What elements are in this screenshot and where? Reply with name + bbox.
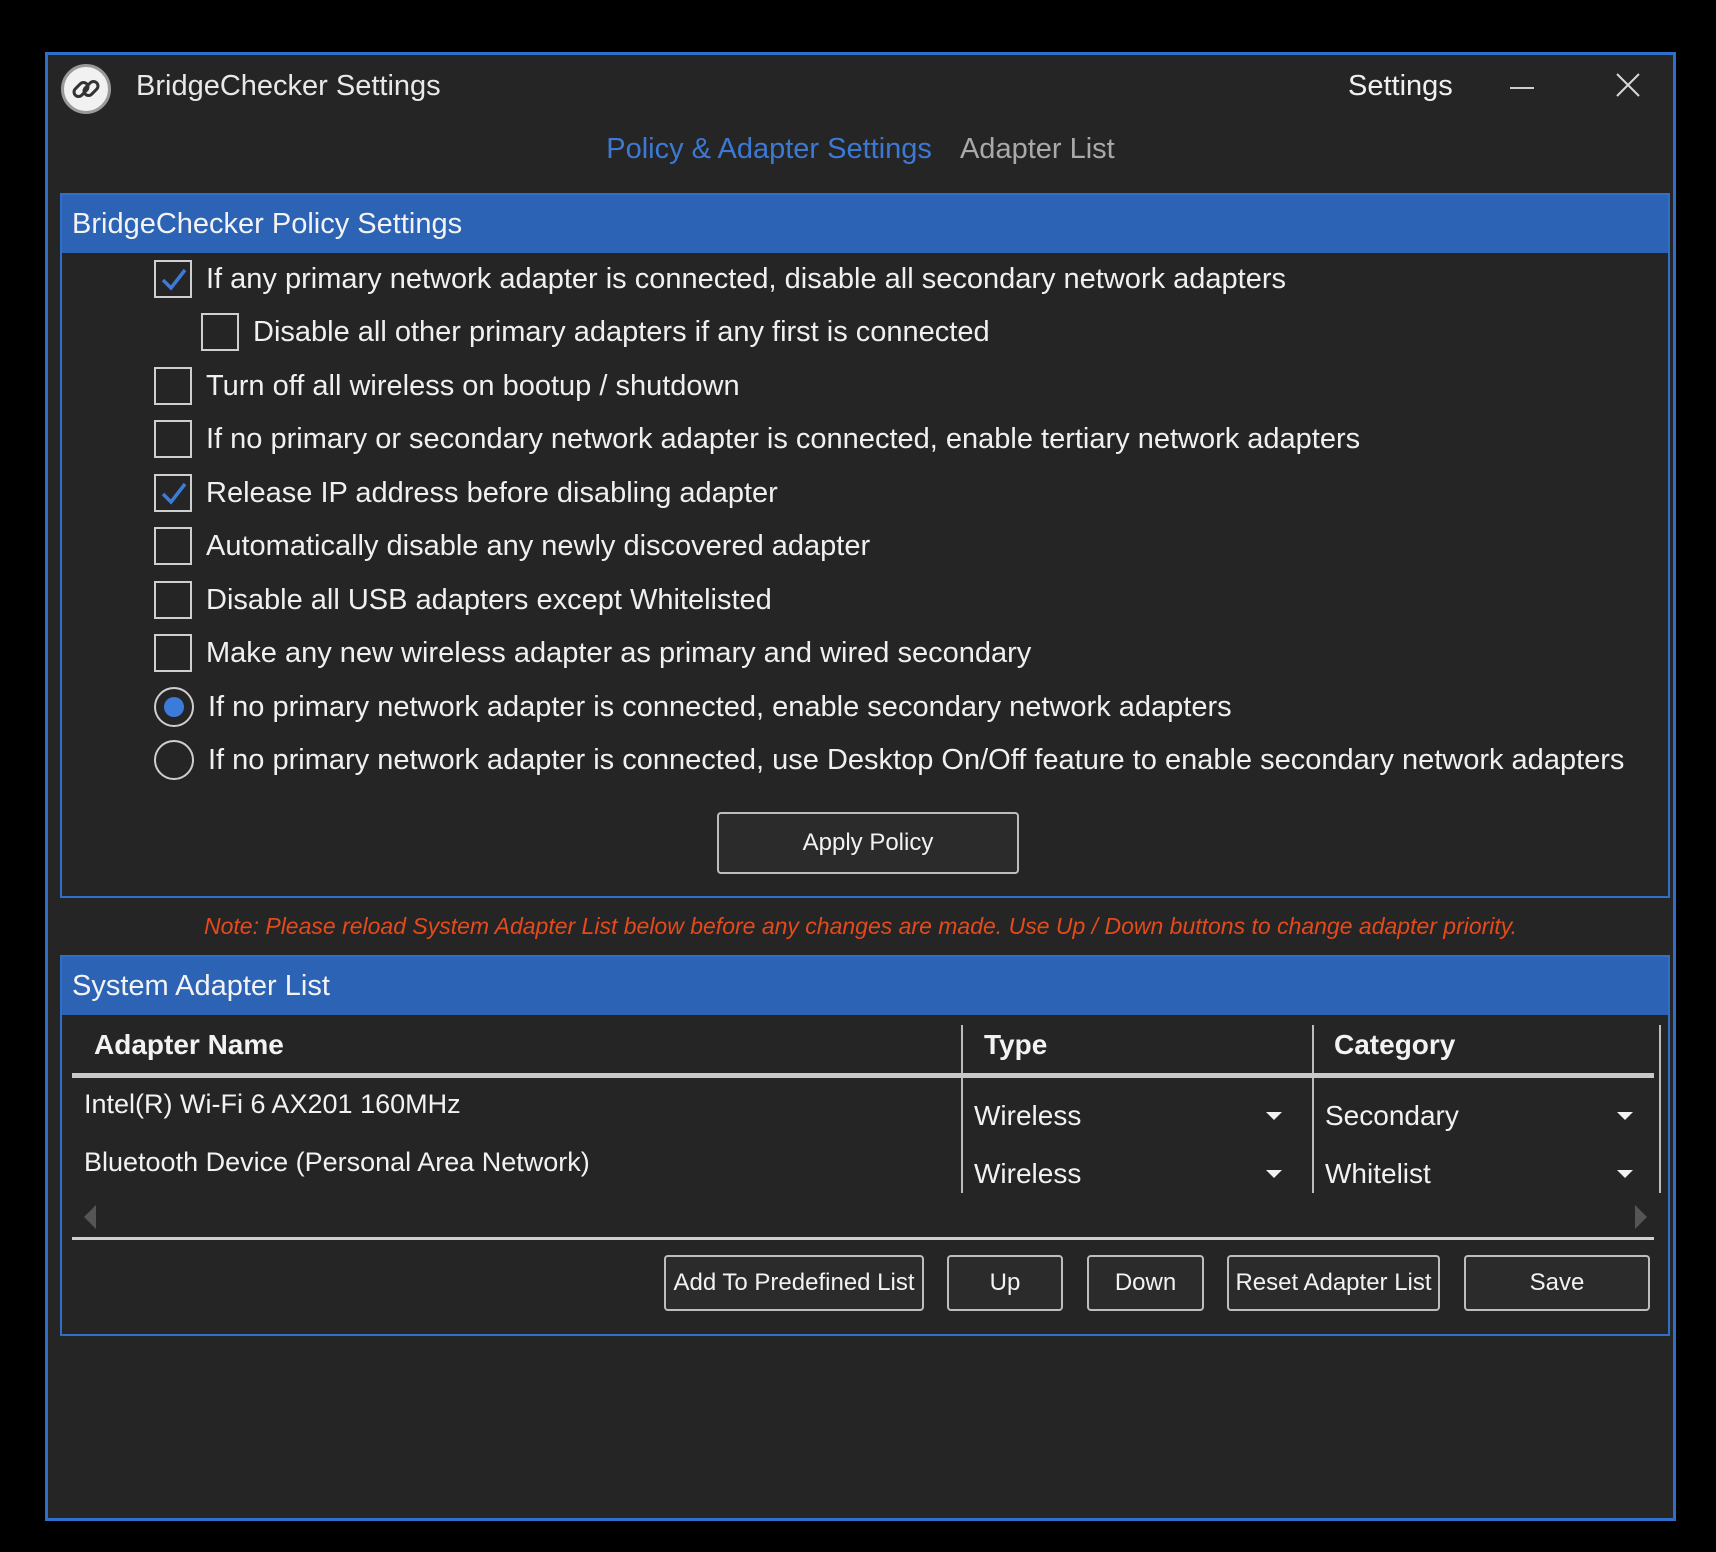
system-adapter-list-panel: System Adapter List Adapter Name Type Ca… xyxy=(60,955,1670,1336)
option-disable-usb[interactable]: Disable all USB adapters except Whitelis… xyxy=(154,578,772,622)
header-underline xyxy=(72,1073,1654,1078)
option-label: Disable all USB adapters except Whitelis… xyxy=(206,583,772,616)
checkbox-unchecked[interactable] xyxy=(154,581,192,619)
down-button[interactable]: Down xyxy=(1087,1255,1204,1311)
dropdown-arrow-icon[interactable] xyxy=(1617,1112,1633,1120)
column-divider xyxy=(1312,1025,1314,1193)
category-dropdown[interactable]: Secondary xyxy=(1325,1100,1459,1132)
close-icon[interactable] xyxy=(1608,65,1648,105)
type-dropdown[interactable]: Wireless xyxy=(974,1100,1081,1132)
window-title: BridgeChecker Settings xyxy=(136,70,441,102)
checkbox-checked[interactable] xyxy=(154,260,192,298)
checkmark-icon xyxy=(161,268,187,291)
policy-settings-panel: BridgeChecker Policy Settings If any pri… xyxy=(60,193,1670,898)
option-enable-secondary-radio[interactable]: If no primary network adapter is connect… xyxy=(154,685,1232,729)
settings-window: BridgeChecker Settings Settings Policy &… xyxy=(45,52,1676,1521)
checkbox-checked[interactable] xyxy=(154,474,192,512)
option-desktop-onoff-radio[interactable]: If no primary network adapter is connect… xyxy=(154,738,1624,782)
adapter-name-cell[interactable]: Bluetooth Device (Personal Area Network) xyxy=(84,1147,590,1178)
header-settings-label: Settings xyxy=(1348,70,1453,102)
table-bottom-border xyxy=(72,1237,1654,1240)
column-header-category[interactable]: Category xyxy=(1334,1029,1455,1061)
option-label: If no primary network adapter is connect… xyxy=(208,690,1232,723)
option-label: If any primary network adapter is connec… xyxy=(206,262,1287,295)
policy-panel-header: BridgeChecker Policy Settings xyxy=(62,195,1668,253)
column-divider xyxy=(1659,1025,1661,1193)
up-button[interactable]: Up xyxy=(947,1255,1063,1311)
type-dropdown[interactable]: Wireless xyxy=(974,1158,1081,1190)
note-text: Note: Please reload System Adapter List … xyxy=(203,913,1517,939)
option-disable-other-primary[interactable]: Disable all other primary adapters if an… xyxy=(201,310,990,354)
option-label: If no primary or secondary network adapt… xyxy=(206,422,1361,455)
column-header-adapter-name[interactable]: Adapter Name xyxy=(94,1029,284,1061)
option-label: Turn off all wireless on bootup / shutdo… xyxy=(206,369,740,402)
checkbox-unchecked[interactable] xyxy=(154,367,192,405)
checkbox-unchecked[interactable] xyxy=(154,527,192,565)
reset-adapter-list-button[interactable]: Reset Adapter List xyxy=(1227,1255,1440,1311)
radio-selected[interactable] xyxy=(154,687,194,727)
scroll-right-icon[interactable] xyxy=(1635,1205,1647,1229)
option-label: Release IP address before disabling adap… xyxy=(206,476,778,509)
option-label: Make any new wireless adapter as primary… xyxy=(206,636,1032,669)
dropdown-arrow-icon[interactable] xyxy=(1266,1170,1282,1178)
apply-policy-button[interactable]: Apply Policy xyxy=(717,812,1019,874)
checkbox-unchecked[interactable] xyxy=(201,313,239,351)
dropdown-arrow-icon[interactable] xyxy=(1266,1112,1282,1120)
dropdown-arrow-icon[interactable] xyxy=(1617,1170,1633,1178)
column-header-type[interactable]: Type xyxy=(984,1029,1047,1061)
category-dropdown[interactable]: Whitelist xyxy=(1325,1158,1431,1190)
adapter-name-cell[interactable]: Intel(R) Wi-Fi 6 AX201 160MHz xyxy=(84,1089,461,1120)
tab-adapter-list[interactable]: Adapter List xyxy=(960,133,1115,166)
option-disable-secondary[interactable]: If any primary network adapter is connec… xyxy=(154,257,1286,301)
option-release-ip[interactable]: Release IP address before disabling adap… xyxy=(154,471,778,515)
option-enable-tertiary[interactable]: If no primary or secondary network adapt… xyxy=(154,417,1360,461)
option-wireless-off-bootup[interactable]: Turn off all wireless on bootup / shutdo… xyxy=(154,364,740,408)
option-label: If no primary network adapter is connect… xyxy=(208,743,1625,776)
column-divider xyxy=(961,1025,963,1193)
tab-bar: Policy & Adapter Settings Adapter List xyxy=(48,133,1673,166)
option-label: Automatically disable any newly discover… xyxy=(206,529,871,562)
minimize-icon[interactable] xyxy=(1502,65,1542,105)
adapter-panel-header: System Adapter List xyxy=(62,957,1668,1015)
app-link-icon xyxy=(61,64,111,114)
scroll-left-icon[interactable] xyxy=(84,1205,96,1229)
add-to-predefined-list-button[interactable]: Add To Predefined List xyxy=(664,1255,924,1311)
checkmark-icon xyxy=(161,482,187,505)
checkbox-unchecked[interactable] xyxy=(154,420,192,458)
option-disable-new-adapter[interactable]: Automatically disable any newly discover… xyxy=(154,524,870,568)
tab-policy-adapter-settings[interactable]: Policy & Adapter Settings xyxy=(606,133,932,166)
save-button[interactable]: Save xyxy=(1464,1255,1650,1311)
radio-unselected[interactable] xyxy=(154,740,194,780)
option-wireless-primary[interactable]: Make any new wireless adapter as primary… xyxy=(154,631,1031,675)
option-label: Disable all other primary adapters if an… xyxy=(253,315,990,348)
checkbox-unchecked[interactable] xyxy=(154,634,192,672)
